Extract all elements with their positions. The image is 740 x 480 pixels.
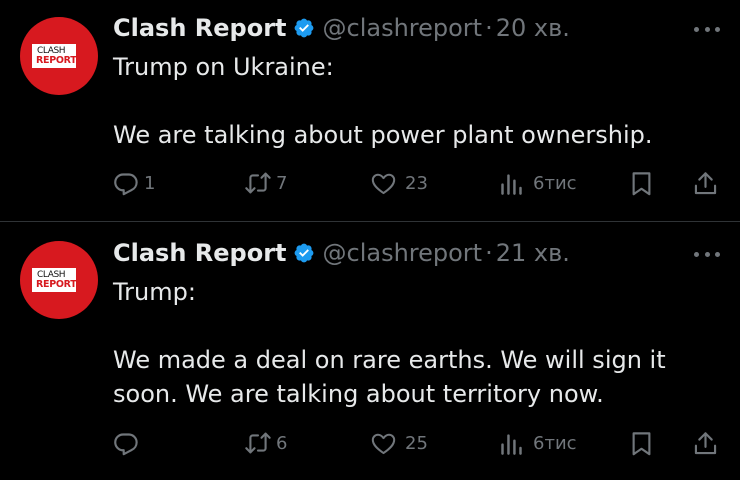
author-handle[interactable]: @clashreport <box>323 239 483 267</box>
tweet-text-line: Trump: <box>113 278 196 306</box>
tweet-header: Clash Report @clashreport · 21 хв. <box>113 236 570 270</box>
tweet-text-line: We made a deal on rare earths. We will s… <box>113 346 666 374</box>
repost-icon <box>244 429 272 457</box>
views-button[interactable]: 6тис <box>498 168 577 198</box>
repost-icon <box>244 169 272 197</box>
share-button[interactable] <box>692 428 719 458</box>
separator: · <box>485 14 493 42</box>
bookmark-button[interactable] <box>628 168 655 198</box>
share-icon <box>692 430 719 457</box>
repost-count: 6 <box>276 432 288 454</box>
views-button[interactable]: 6тис <box>498 428 577 458</box>
share-icon <box>692 170 719 197</box>
tweet-text: Trump: We made a deal on rare earths. We… <box>113 275 713 411</box>
share-button[interactable] <box>692 168 719 198</box>
tweet-text-line: Trump on Ukraine: <box>113 53 334 81</box>
bookmark-icon <box>628 430 655 457</box>
bookmark-icon <box>628 170 655 197</box>
views-icon <box>498 430 525 457</box>
repost-button[interactable]: 7 <box>244 168 287 198</box>
action-bar: 6 25 6тис <box>0 428 740 458</box>
tweet-text-line: soon. We are talking about territory now… <box>113 380 604 408</box>
verified-badge-icon <box>293 242 315 264</box>
author-handle[interactable]: @clashreport <box>323 14 483 42</box>
avatar-logo-line2: REPORT <box>36 279 77 290</box>
like-button[interactable]: 23 <box>370 168 428 198</box>
avatar[interactable]: CLASH REPORT <box>20 17 98 95</box>
more-icon[interactable] <box>694 249 720 259</box>
action-bar: 1 7 23 6тис <box>0 168 740 198</box>
more-icon[interactable] <box>694 24 720 34</box>
avatar[interactable]: CLASH REPORT <box>20 241 98 319</box>
like-icon <box>370 170 397 197</box>
timestamp[interactable]: 20 хв. <box>496 14 570 42</box>
author-name[interactable]: Clash Report <box>113 14 287 42</box>
avatar-logo: CLASH REPORT <box>32 44 77 68</box>
separator: · <box>485 239 493 267</box>
avatar-logo-line2: REPORT <box>36 55 77 66</box>
tweet-text-line <box>113 309 713 343</box>
like-count: 25 <box>405 432 428 454</box>
bookmark-button[interactable] <box>628 428 655 458</box>
views-count: 6тис <box>533 172 577 194</box>
repost-button[interactable]: 6 <box>244 428 287 458</box>
avatar-logo: CLASH REPORT <box>32 268 77 292</box>
tweet-header: Clash Report @clashreport · 20 хв. <box>113 11 570 45</box>
like-icon <box>370 430 397 457</box>
reply-button[interactable] <box>113 428 144 458</box>
verified-badge-icon <box>293 17 315 39</box>
tweet-text-line <box>113 84 713 118</box>
reply-button[interactable]: 1 <box>113 168 155 198</box>
tweet-text: Trump on Ukraine: We are talking about p… <box>113 50 713 152</box>
like-count: 23 <box>405 172 428 194</box>
reply-icon <box>113 170 140 197</box>
views-icon <box>498 170 525 197</box>
like-button[interactable]: 25 <box>370 428 428 458</box>
repost-count: 7 <box>276 172 288 194</box>
tweet[interactable]: CLASH REPORT Clash Report @clashreport ·… <box>0 0 740 222</box>
views-count: 6тис <box>533 432 577 454</box>
tweet[interactable]: CLASH REPORT Clash Report @clashreport ·… <box>0 222 740 480</box>
timestamp[interactable]: 21 хв. <box>496 239 570 267</box>
author-name[interactable]: Clash Report <box>113 239 287 267</box>
reply-icon <box>113 430 140 457</box>
reply-count: 1 <box>144 172 156 194</box>
tweet-text-line: We are talking about power plant ownersh… <box>113 121 653 149</box>
